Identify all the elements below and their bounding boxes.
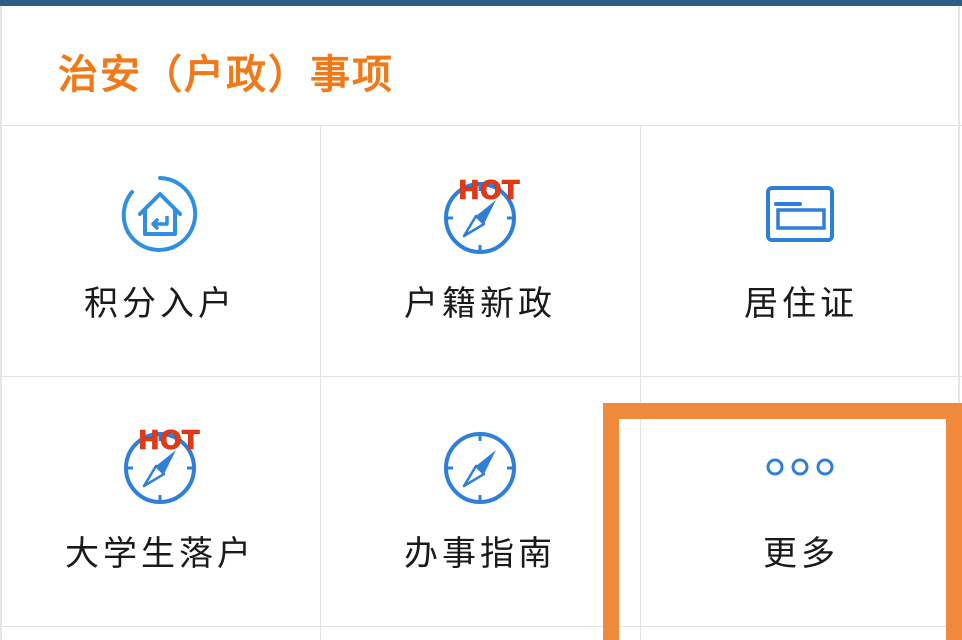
grid-item-label: 更多	[763, 534, 839, 574]
grid-item-graduate-settlement[interactable]: HOT 大学生落户	[0, 376, 320, 626]
grid-item-residence-permit[interactable]: 居住证	[640, 126, 962, 376]
section-header: 治安（户政）事项	[0, 6, 962, 126]
grid-item-household-policy[interactable]: HOT 户籍新政	[320, 126, 640, 376]
grid-item-more[interactable]: 更多	[640, 376, 962, 626]
grid-divider	[0, 626, 962, 627]
section-title: 治安（户政）事项	[58, 51, 394, 98]
grid-item-label: 户籍新政	[404, 284, 556, 324]
grid-item-label: 居住证	[744, 284, 858, 324]
more-dots-icon	[764, 456, 836, 478]
grid-item-label: 大学生落户	[65, 534, 255, 574]
service-grid: 积分入户 HOT 户籍新政 居住证 HOT 大学生落户 办事指南 更多	[0, 126, 962, 640]
home-return-icon	[120, 174, 200, 254]
id-card-icon	[764, 184, 836, 244]
grid-item-points-household[interactable]: 积分入户	[0, 126, 320, 376]
grid-item-label: 办事指南	[404, 534, 556, 574]
grid-item-service-guide[interactable]: 办事指南	[320, 376, 640, 626]
compass-icon	[442, 430, 518, 506]
hot-badge: HOT	[458, 176, 520, 206]
hot-badge: HOT	[138, 426, 200, 456]
grid-item-label: 积分入户	[84, 284, 236, 324]
